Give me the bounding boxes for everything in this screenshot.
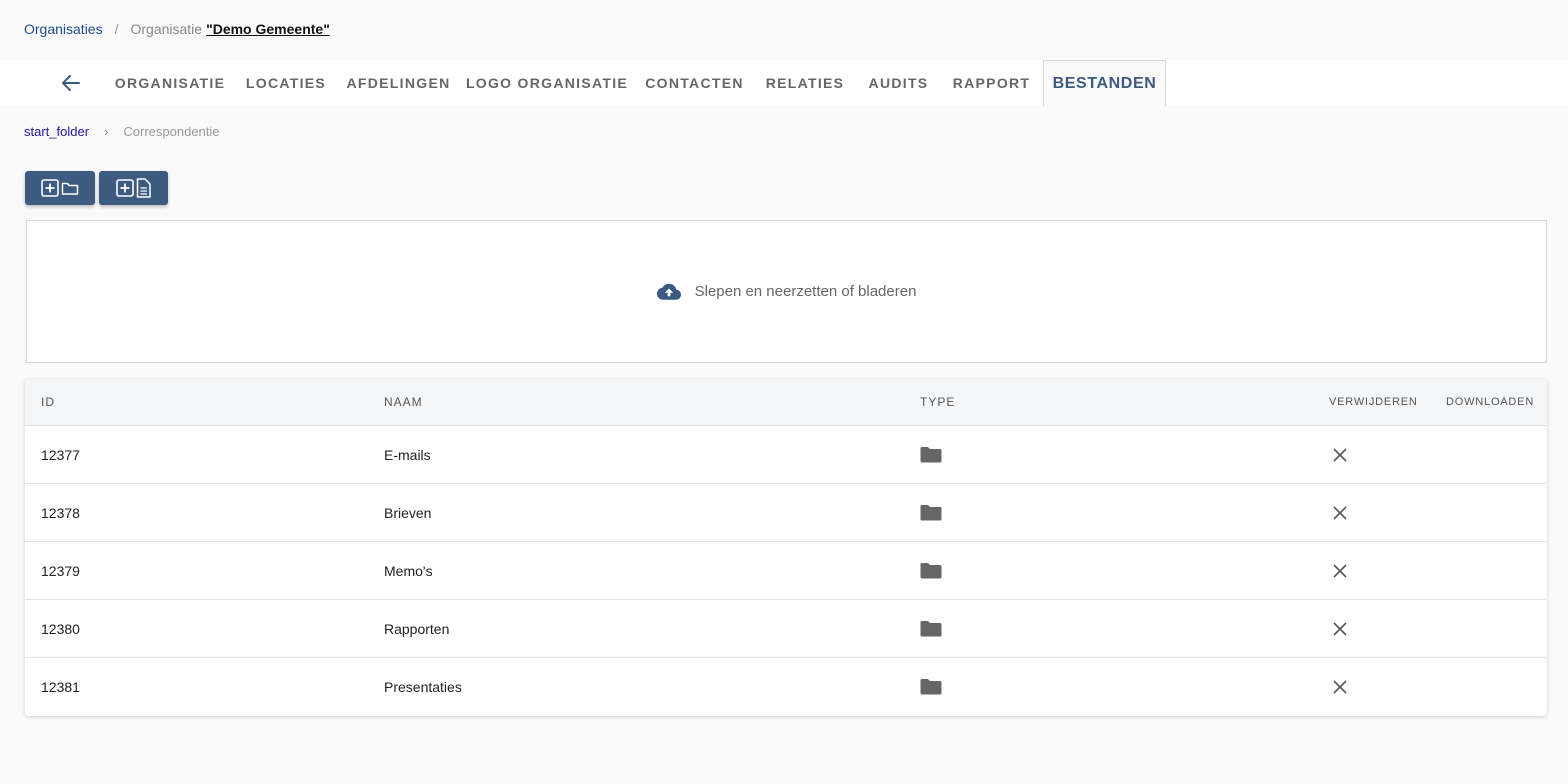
folder-breadcrumb-root[interactable]: start_folder <box>24 124 89 139</box>
delete-button[interactable] <box>1333 658 1347 715</box>
table-header: ID NAAM TYPE VERWIJDEREN DOWNLOADEN <box>25 379 1547 426</box>
tab-relaties[interactable]: RELATIES <box>759 60 851 105</box>
tab-afdelingen[interactable]: AFDELINGEN <box>341 60 456 105</box>
tab-contacten[interactable]: CONTACTEN <box>638 60 751 105</box>
cell-id: 12379 <box>41 562 80 579</box>
table-row[interactable]: 12377 E-mails <box>25 426 1547 484</box>
file-dropzone[interactable]: Slepen en neerzetten of bladeren <box>26 220 1547 363</box>
folder-icon <box>920 621 942 637</box>
header-downloaden: DOWNLOADEN <box>1446 396 1535 408</box>
close-icon <box>1333 679 1347 694</box>
back-button[interactable] <box>58 70 84 96</box>
tab-organisatie[interactable]: ORGANISATIE <box>108 60 232 105</box>
delete-button[interactable] <box>1333 484 1347 541</box>
folder-icon <box>920 505 942 521</box>
close-icon <box>1333 447 1347 462</box>
breadcrumb-organisation-name: "Demo Gemeente" <box>206 21 330 37</box>
tab-bar: ORGANISATIE LOCATIES AFDELINGEN LOGO ORG… <box>0 60 1568 106</box>
cell-id: 12377 <box>41 446 80 463</box>
folder-breadcrumb-current: Correspondentie <box>123 123 220 139</box>
tab-locaties[interactable]: LOCATIES <box>238 60 334 105</box>
add-folder-icon <box>41 179 79 197</box>
cell-type <box>920 484 942 541</box>
close-icon <box>1333 621 1347 636</box>
delete-button[interactable] <box>1333 600 1347 657</box>
new-folder-button[interactable] <box>25 171 95 205</box>
header-verwijderen: VERWIJDEREN <box>1329 396 1418 408</box>
tab-audits[interactable]: AUDITS <box>859 60 938 105</box>
close-icon <box>1333 505 1347 520</box>
tab-logo-organisatie[interactable]: LOGO ORGANISATIE <box>464 60 630 105</box>
cell-name: E-mails <box>384 446 431 463</box>
header-naam[interactable]: NAAM <box>384 379 423 425</box>
cell-type <box>920 658 942 715</box>
files-table: ID NAAM TYPE VERWIJDEREN DOWNLOADEN 1237… <box>25 379 1547 716</box>
cloud-upload-icon <box>656 283 681 300</box>
folder-icon <box>920 447 942 463</box>
folder-breadcrumb: start_folder › Correspondentie <box>24 123 220 139</box>
breadcrumb-organisaties-link[interactable]: Organisaties <box>24 21 103 37</box>
new-file-button[interactable] <box>99 171 168 205</box>
delete-button[interactable] <box>1333 426 1347 483</box>
folder-breadcrumb-separator: › <box>104 123 109 139</box>
breadcrumb: Organisaties / Organisatie "Demo Gemeent… <box>24 20 330 38</box>
delete-button[interactable] <box>1333 542 1347 599</box>
cell-type <box>920 600 942 657</box>
tab-bestanden[interactable]: BESTANDEN <box>1043 60 1166 106</box>
cell-id: 12378 <box>41 504 80 521</box>
breadcrumb-separator: / <box>114 21 119 37</box>
cell-name: Brieven <box>384 504 432 521</box>
header-id[interactable]: ID <box>41 379 55 425</box>
breadcrumb-current-prefix: Organisatie <box>130 21 203 37</box>
table-row[interactable]: 12378 Brieven <box>25 484 1547 542</box>
cell-type <box>920 426 942 483</box>
dropzone-text: Slepen en neerzetten of bladeren <box>694 283 917 300</box>
folder-icon <box>920 563 942 579</box>
cell-type <box>920 542 942 599</box>
arrow-left-icon <box>62 75 80 91</box>
cell-name: Presentaties <box>384 678 462 695</box>
cell-id: 12380 <box>41 620 80 637</box>
table-row[interactable]: 12379 Memo's <box>25 542 1547 600</box>
close-icon <box>1333 563 1347 578</box>
table-row[interactable]: 12381 Presentaties <box>25 658 1547 716</box>
cell-name: Memo's <box>384 562 433 579</box>
table-row[interactable]: 12380 Rapporten <box>25 600 1547 658</box>
cell-id: 12381 <box>41 678 80 695</box>
header-type[interactable]: TYPE <box>920 379 955 425</box>
cell-name: Rapporten <box>384 620 450 637</box>
folder-icon <box>920 679 942 695</box>
add-file-icon <box>115 178 151 198</box>
tab-rapport[interactable]: RAPPORT <box>946 60 1037 105</box>
